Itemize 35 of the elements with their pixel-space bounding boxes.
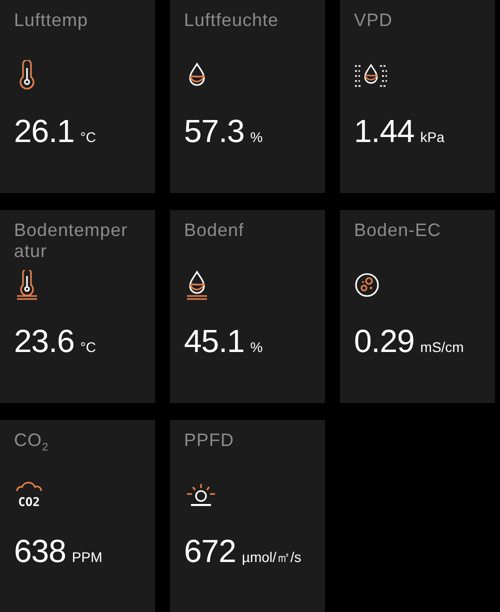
unit-label: % [250,129,263,145]
sensor-card[interactable]: Bodenf 45.1 % [170,210,325,403]
sensor-card[interactable]: VPD 1.44 kPa [340,0,495,193]
unit-label: °C [80,129,96,145]
sensor-title: Bodentemperatur [14,220,129,262]
unit-label: % [250,339,263,355]
unit-label: PPM [72,549,102,565]
sensor-value: 57.3 [184,113,244,150]
sensor-title: Luftfeuchte [184,10,280,31]
sensor-value: 0.29 [354,323,414,360]
sensor-card[interactable]: Bodentemperatur 23.6 °C [0,210,155,403]
sensor-title: Lufttemp [14,10,90,31]
sensor-value: 23.6 [14,323,74,360]
sensor-value: 26.1 [14,113,74,150]
unit-label: °C [80,339,96,355]
sensor-card[interactable]: Boden-EC 0.29 mS/cm [340,210,495,403]
drop-icon [184,270,210,300]
sensor-card[interactable]: Luftfeuchte 57.3 % [170,0,325,193]
thermometer-icon [14,270,40,300]
sensor-card[interactable]: Lufttemp 26.1 °C [0,0,155,193]
sensor-title: Boden-EC [354,220,442,241]
unit-label: µmol/㎡/s [242,549,302,567]
sensor-value: 672 [184,533,236,570]
particles-icon [354,270,380,300]
unit-label: kPa [420,129,444,145]
sensor-value: 45.1 [184,323,244,360]
unit-label: mS/cm [420,339,464,355]
sensor-value: 1.44 [354,113,414,150]
sensor-card[interactable]: CO$_{2}$ CO2 638 PPM [0,420,155,612]
sensor-card[interactable]: PPFD 672 µmol/㎡/s [170,420,325,612]
sensor-value: 638 [14,533,66,570]
sensor-title: CO$_{2}$ [14,430,50,456]
sensor-title: Bodenf [184,220,246,241]
sensor-title: PPFD [184,430,236,451]
sensor-title: VPD [354,10,394,31]
